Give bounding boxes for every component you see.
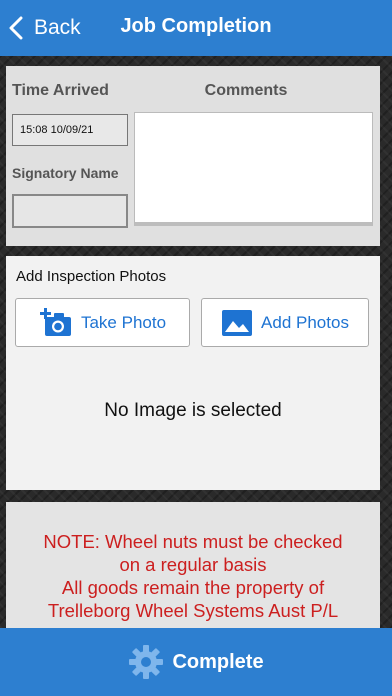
no-image-message: No Image is selected: [104, 400, 282, 421]
arrival-details-panel: Time Arrived Comments 15:08 10/09/21 Sig…: [6, 66, 380, 246]
gear-icon: [129, 645, 164, 679]
app-header: Back Job Completion: [0, 0, 392, 56]
complete-label: Complete: [172, 650, 264, 673]
note-line: All goods remain the property of: [61, 577, 325, 598]
take-photo-label: Take Photo: [80, 312, 167, 332]
note-line: on a regular basis: [119, 554, 267, 575]
add-photos-label: Add Photos: [261, 312, 349, 332]
complete-button[interactable]: Complete: [0, 628, 392, 696]
note-line: NOTE: Wheel nuts must be checked: [43, 531, 343, 552]
inspection-photos-panel: Add Inspection Photos Take Photo Add Pho…: [6, 256, 380, 490]
take-photo-button[interactable]: Take Photo: [15, 298, 190, 347]
signatory-name-label: Signatory Name: [12, 165, 119, 181]
comments-label: Comments: [204, 82, 288, 99]
note-panel: NOTE: Wheel nuts must be checked on a re…: [6, 502, 380, 642]
page-title-text: Job Completion: [120, 15, 272, 37]
comments-textarea[interactable]: [134, 112, 373, 226]
note-text: NOTE: Wheel nuts must be checked on a re…: [6, 530, 380, 622]
image-icon: [222, 309, 253, 336]
note-line: Trelleborg Wheel Systems Aust P/L: [47, 600, 339, 621]
add-photos-button[interactable]: Add Photos: [201, 298, 369, 347]
time-arrived-label: Time Arrived: [12, 82, 109, 99]
page-title: Job Completion: [0, 15, 392, 38]
inspection-photos-heading: Add Inspection Photos: [16, 268, 167, 285]
time-arrived-field[interactable]: 15:08 10/09/21: [12, 114, 128, 146]
add-camera-icon: [39, 307, 71, 336]
signatory-name-field[interactable]: [12, 194, 128, 228]
